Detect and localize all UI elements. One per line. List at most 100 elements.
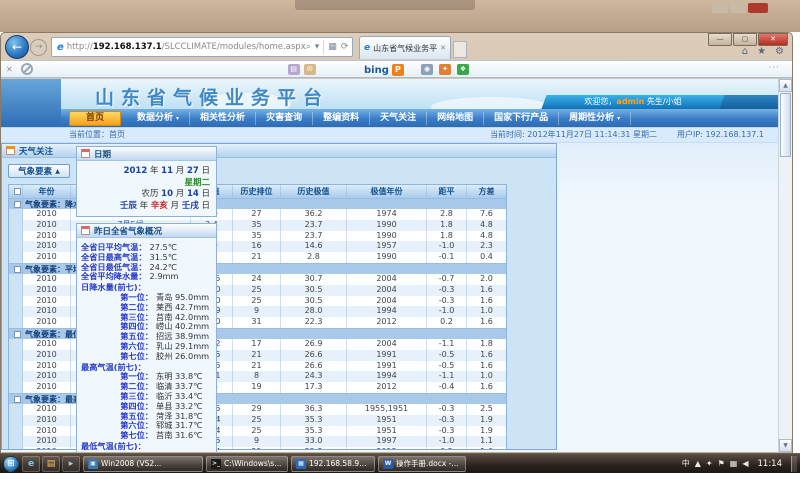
stop-icon[interactable]: ✕ <box>352 42 353 52</box>
table-cell: 1.6 <box>467 350 506 361</box>
task-vm-label: Win2008 (VS2... <box>101 459 161 468</box>
clock[interactable]: 11:14 <box>758 459 783 469</box>
camera-icon[interactable]: ◉ <box>421 64 433 75</box>
compatibility-icon[interactable]: ▦ <box>328 42 337 52</box>
action-center-icon[interactable]: ✦ <box>706 459 713 468</box>
table-cell: 1.8 <box>427 231 467 242</box>
panel-icon <box>6 146 15 155</box>
table-cell: 21 <box>233 447 281 450</box>
search-icon[interactable]: ⌕ <box>306 42 311 52</box>
element-filter-button[interactable]: 气象要素▲ <box>8 164 70 178</box>
nav-item-周期性分析[interactable]: 周期性分析▾ <box>559 112 631 125</box>
more-icon[interactable]: ··· <box>768 63 780 73</box>
task-remote[interactable]: ▦192.168.58.99... <box>291 456 375 472</box>
bing-logo[interactable]: bing <box>364 65 389 76</box>
task-cmd[interactable]: >_C:\Windows\s... <box>206 456 288 472</box>
group-checkbox[interactable] <box>14 201 21 208</box>
window-controls: — ▢ ✕ <box>707 33 788 46</box>
mail-icon[interactable]: ✉ <box>304 64 316 75</box>
star-badge-icon[interactable]: ✦ <box>439 64 451 75</box>
flag-icon[interactable]: ⚑ <box>718 459 725 468</box>
row-indent-cell <box>9 252 23 263</box>
table-cell: 4.8 <box>467 231 506 242</box>
table-cell: 33.0 <box>281 436 347 447</box>
table-cell: -0.3 <box>427 285 467 296</box>
page-scrollbar[interactable]: ▲ ▼ <box>778 79 792 452</box>
toolbar-close-icon[interactable]: ✕ <box>6 65 13 74</box>
nav-item-网络地图[interactable]: 网络地图 <box>427 112 484 125</box>
table-cell: 23.7 <box>281 220 347 231</box>
group-checkbox[interactable] <box>14 331 21 338</box>
table-cell: 1991 <box>347 350 427 361</box>
windows-logo-icon: ⊞ <box>7 459 15 469</box>
table-cell: -0.3 <box>427 404 467 415</box>
maximize-button[interactable]: ▢ <box>733 33 757 46</box>
table-cell: 1994 <box>347 306 427 317</box>
select-all-checkbox[interactable] <box>14 188 21 195</box>
nav-item-灾害查询[interactable]: 灾害查询 <box>256 112 313 125</box>
scroll-down-icon[interactable]: ▼ <box>779 439 792 452</box>
table-cell: 1.6 <box>467 361 506 372</box>
close-button[interactable]: ✕ <box>758 33 788 46</box>
column-header: 历史排位 <box>233 185 281 198</box>
date-line: 2012 年 11 月 27 日 <box>79 166 210 178</box>
table-cell: 1974 <box>347 209 427 220</box>
table-cell: 31 <box>233 317 281 328</box>
table-cell: 25 <box>233 415 281 426</box>
network-icon[interactable]: ▦ <box>730 459 738 468</box>
url-protocol: http:// <box>67 42 93 52</box>
weather-summary-panel: 昨日全省气象概况 全省日平均气温：27.5℃全省日最高气温：31.5℃全省日最低… <box>76 223 217 452</box>
system-tray: 中 ▲ ✦ ⚑ ▦ ◀ 11:14 <box>682 456 797 472</box>
task-vm[interactable]: ▣Win2008 (VS2... <box>83 456 203 472</box>
table-cell: 0.2 <box>427 447 467 450</box>
start-button[interactable]: ⊞ <box>3 456 19 472</box>
plugin-icon[interactable]: ❖ <box>457 64 469 75</box>
task-cmd-label: C:\Windows\s... <box>224 459 281 468</box>
home-icon[interactable]: ⌂ <box>742 46 748 57</box>
nav-item-天气关注[interactable]: 天气关注 <box>370 112 427 125</box>
language-indicator[interactable]: 中 <box>682 458 690 469</box>
nav-item-首页[interactable]: 首页 <box>69 111 121 126</box>
p-badge-icon[interactable]: P <box>392 64 404 76</box>
volume-icon[interactable]: ◀ <box>742 459 748 468</box>
table-cell: 1990 <box>347 252 427 263</box>
address-bar[interactable]: e http://192.168.137.1/SLCCLIMATE/module… <box>51 37 353 57</box>
gear-icon[interactable]: ⚙ <box>775 46 784 57</box>
ie-icon[interactable]: e <box>22 456 40 472</box>
minimize-button[interactable]: — <box>708 33 732 46</box>
background-close-button[interactable] <box>748 3 768 13</box>
back-button[interactable]: ← <box>5 35 29 59</box>
nav-item-数据分析[interactable]: 数据分析▾ <box>127 112 190 125</box>
table-cell: 9 <box>233 306 281 317</box>
chevron-down-icon[interactable]: ▾ <box>315 42 320 52</box>
background-minimize-button[interactable] <box>712 3 728 13</box>
table-cell: 2004 <box>347 296 427 307</box>
table-cell: 8 <box>233 371 281 382</box>
tab-close-icon[interactable]: ✕ <box>440 44 446 52</box>
scroll-up-icon[interactable]: ▲ <box>779 79 792 92</box>
card-icon[interactable]: ▤ <box>288 64 300 75</box>
refresh-icon[interactable]: ⟳ <box>341 42 349 52</box>
forward-button[interactable]: → <box>30 39 47 56</box>
welcome-suffix: 先生/小姐 <box>644 97 681 106</box>
media-icon[interactable]: ▸ <box>62 456 80 472</box>
nav-item-相关性分析[interactable]: 相关性分析 <box>190 112 256 125</box>
new-tab-button[interactable] <box>453 41 467 58</box>
task-word[interactable]: W操作手册.docx -... <box>378 456 466 472</box>
favorites-star-icon[interactable]: ★ <box>757 46 766 57</box>
nav-item-国家下行产品[interactable]: 国家下行产品 <box>484 112 559 125</box>
explorer-icon[interactable]: ▤ <box>42 456 60 472</box>
table-cell: 2012 <box>347 382 427 393</box>
browser-tab[interactable]: e 山东省气候业务平... ✕ <box>359 36 451 59</box>
nav-item-整编资料[interactable]: 整编资料 <box>313 112 370 125</box>
row-indent-cell <box>9 241 23 252</box>
table-cell: -0.3 <box>427 296 467 307</box>
background-maximize-button[interactable] <box>730 3 746 13</box>
hidden-icons-icon[interactable]: ▲ <box>695 459 701 468</box>
scrollbar-thumb[interactable] <box>780 93 791 157</box>
table-cell: 2004 <box>347 339 427 350</box>
show-desktop-button[interactable] <box>791 456 797 472</box>
group-checkbox[interactable] <box>14 396 21 403</box>
group-checkbox[interactable] <box>14 266 21 273</box>
row-indent-cell <box>9 209 23 220</box>
